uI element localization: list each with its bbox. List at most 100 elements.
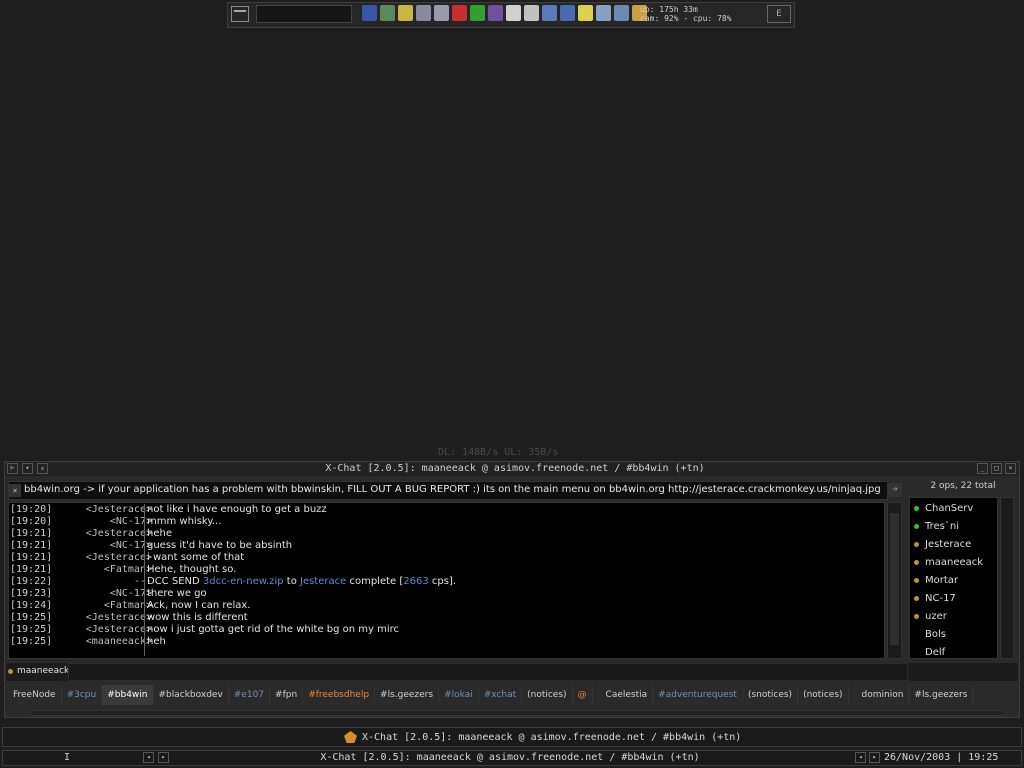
chat-log: [19:20] <Jesterace> not like i have enough… — [10, 504, 880, 648]
message-input[interactable] — [68, 663, 908, 681]
triangle-icon[interactable] — [470, 5, 485, 21]
network-speeds: DL: 148B/s UL: 35B/s — [438, 447, 559, 458]
channel-tab[interactable]: (notices) — [522, 685, 573, 705]
channel-tab[interactable]: Caelestia — [600, 685, 654, 705]
nick-separator[interactable] — [144, 504, 145, 656]
close-tab-icon[interactable]: × — [9, 484, 21, 497]
chat-scrollbar[interactable] — [887, 502, 902, 659]
channel-tab[interactable]: @ — [572, 685, 593, 705]
maximize-button[interactable]: □ — [991, 463, 1002, 474]
chat-nick[interactable]: <maaneeack> — [54, 636, 152, 648]
chat-nick[interactable]: <Fatman> — [54, 564, 152, 576]
chat-nick[interactable]: <Jesterace> — [54, 552, 152, 564]
user-item[interactable]: Jesterace — [912, 536, 998, 554]
channel-tab[interactable]: #lokai — [439, 685, 479, 705]
chat-nick[interactable]: <Jesterace> — [54, 612, 152, 624]
next-task-button[interactable]: ▸ — [869, 752, 880, 763]
chat-nick[interactable]: <NC-17> — [54, 540, 152, 552]
computer-icon[interactable] — [434, 5, 449, 21]
chat-nick[interactable]: <Fatman> — [54, 600, 152, 612]
chat-nick[interactable]: --- — [54, 576, 152, 588]
chat-message: DCC SEND 3dcc-en-new.zip to Jesterace co… — [147, 576, 456, 588]
chat-message: Ack, now I can relax. — [147, 600, 251, 611]
channel-tab[interactable]: #ls.geezers — [375, 685, 440, 705]
dcc-user: Jesterace — [300, 576, 347, 587]
channel-tab[interactable]: #e107 — [228, 685, 271, 705]
people-icon[interactable] — [488, 5, 503, 21]
user-item[interactable]: maaneeack — [912, 554, 998, 572]
document-icon[interactable] — [506, 5, 521, 21]
trash-icon[interactable] — [542, 5, 557, 21]
channel-tab[interactable]: FreeNode — [8, 685, 62, 705]
next-workspace-button[interactable]: ▸ — [158, 752, 169, 763]
chat-line: [19:21] <Jesterace> i want some of that — [10, 552, 880, 564]
chart-icon[interactable] — [596, 5, 611, 21]
user-item[interactable]: Tres`ni — [912, 518, 998, 536]
channel-tab[interactable]: (snotices) — [742, 685, 799, 705]
channel-tab[interactable]: #bb4win — [102, 685, 154, 705]
pin-button[interactable]: ⊢ — [7, 463, 18, 474]
chat-line: [19:21] <NC-17> guess it'd have to be absi… — [10, 540, 880, 552]
user-item[interactable]: ChanServ — [912, 500, 998, 518]
shield-icon[interactable] — [362, 5, 377, 21]
tools-icon[interactable] — [614, 5, 629, 21]
user-status-icon — [914, 614, 919, 619]
taskbar-window-button[interactable]: X-Chat [2.0.5]: maaneeack @ asimov.freen… — [180, 752, 840, 763]
grid-icon[interactable] — [560, 5, 575, 21]
user-name: Jesterace — [925, 539, 972, 550]
window-list-button[interactable] — [231, 6, 249, 22]
stick-button[interactable]: ⌅ — [37, 463, 48, 474]
user-item[interactable]: Delf — [912, 644, 998, 662]
chat-line: [19:24] <Fatman> Ack, now I can relax. — [10, 600, 880, 612]
close-button[interactable]: × — [1005, 463, 1016, 474]
chat-message: Hehe, thought so. — [147, 564, 237, 575]
chat-nick[interactable]: <Jesterace> — [54, 528, 152, 540]
user-list-scrollbar[interactable] — [1000, 497, 1014, 659]
user-list: ChanServ Tres`ni Jesterace maaneeack Mortar N… — [912, 500, 998, 662]
toolbar-menu-button[interactable]: E — [767, 5, 791, 23]
channel-tab[interactable]: #xchat — [478, 685, 523, 705]
pause-icon[interactable] — [578, 5, 593, 21]
minimize-button[interactable]: _ — [977, 463, 988, 474]
chat-line: [19:21] <Fatman> Hehe, thought so. — [10, 564, 880, 576]
channel-tab[interactable]: #3cpu — [61, 685, 103, 705]
user-name: NC-17 — [925, 593, 956, 604]
user-item[interactable]: Mortar — [912, 572, 998, 590]
chat-nick[interactable]: <NC-17> — [54, 588, 152, 600]
prev-workspace-button[interactable]: ◂ — [143, 752, 154, 763]
chat-message: guess it'd have to be absinth — [147, 540, 293, 551]
channel-tab[interactable]: #ls.geezers — [909, 685, 974, 705]
chat-nick[interactable]: <Jesterace> — [54, 504, 152, 516]
nick-button[interactable]: maaneeack — [17, 666, 69, 676]
dcc-text: to — [283, 576, 300, 587]
user-item[interactable]: Bols — [912, 626, 998, 644]
workspace-label[interactable]: I — [64, 752, 70, 763]
tabs-scrollbar[interactable] — [30, 710, 1005, 716]
channel-tab[interactable]: #adventurequest — [653, 685, 743, 705]
chat-nick[interactable]: <Jesterace> — [54, 624, 152, 636]
monitor-icon[interactable] — [416, 5, 431, 21]
chat-line: [19:22] --- DCC SEND 3dcc-en-new.zip to Je… — [10, 576, 880, 588]
user-item[interactable]: uzer — [912, 608, 998, 626]
speaker-icon[interactable] — [398, 5, 413, 21]
dcc-speed: 2663 — [403, 576, 429, 587]
shade-button[interactable]: ▾ — [22, 463, 33, 474]
topic-text[interactable]: bb4win.org -> if your application has a … — [24, 484, 884, 495]
channel-tab[interactable]: #blackboxdev — [153, 685, 229, 705]
channel-tab[interactable]: #freebsdhelp — [303, 685, 376, 705]
channel-tab[interactable]: (notices) — [798, 685, 849, 705]
user-item[interactable]: NC-17 — [912, 590, 998, 608]
user-name: uzer — [925, 611, 947, 622]
toolbar-field[interactable] — [256, 5, 352, 23]
user-status-icon — [914, 560, 919, 565]
arrow-right-icon[interactable]: ➔ — [888, 483, 902, 497]
chat-line: [19:23] <NC-17> there we go — [10, 588, 880, 600]
prev-task-button[interactable]: ◂ — [855, 752, 866, 763]
funnel-icon[interactable] — [524, 5, 539, 21]
network-icon[interactable] — [380, 5, 395, 21]
channel-tab[interactable]: #fpn — [270, 685, 304, 705]
kerio-icon[interactable] — [452, 5, 467, 21]
chat-nick[interactable]: <NC-17> — [54, 516, 152, 528]
channel-tab[interactable]: dominion — [856, 685, 910, 705]
scroll-thumb[interactable] — [890, 513, 899, 645]
